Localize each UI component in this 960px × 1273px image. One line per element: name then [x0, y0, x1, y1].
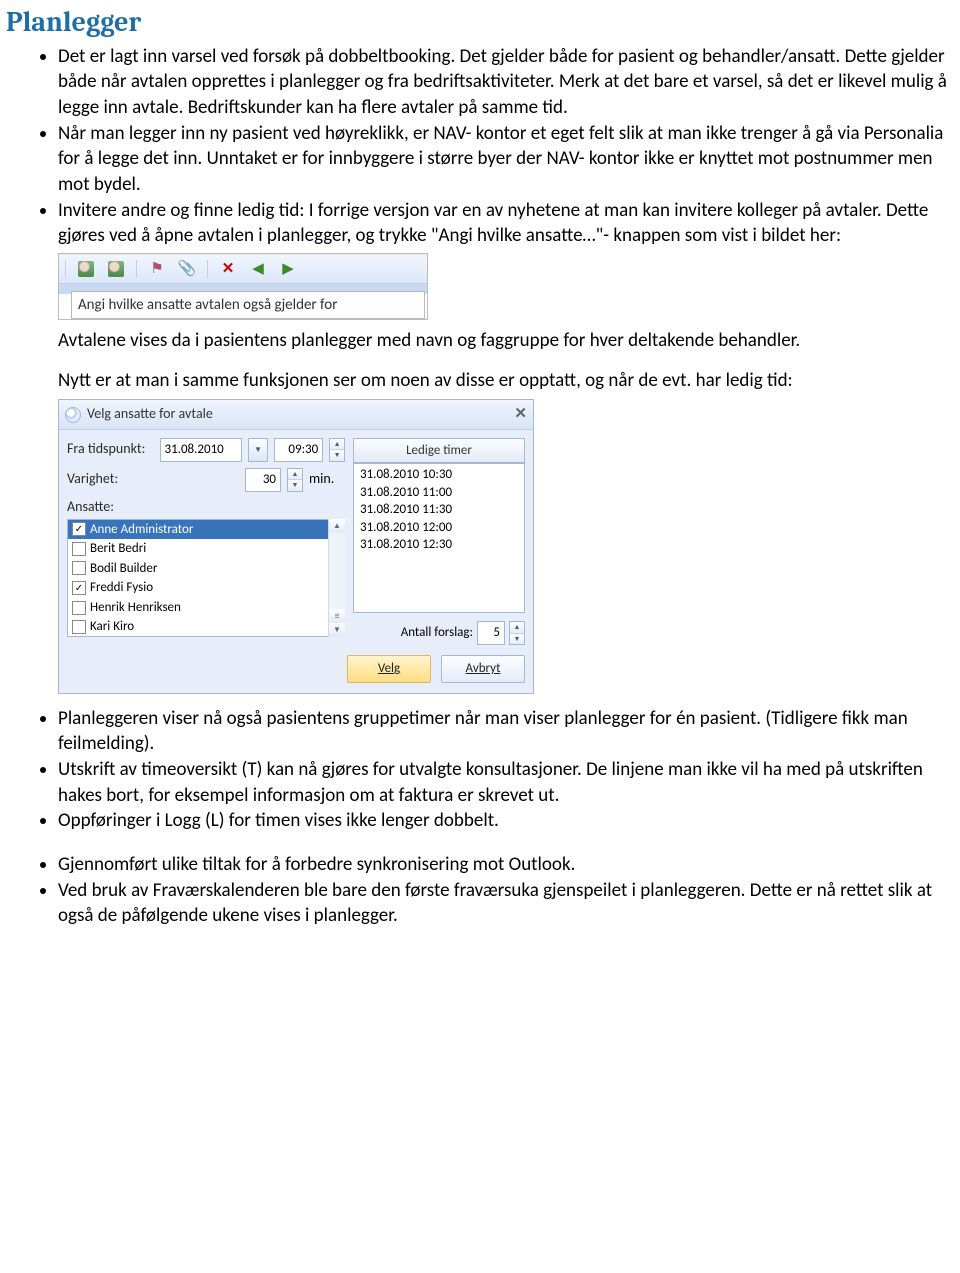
duration-spinner[interactable]: ▲▼	[287, 468, 303, 492]
available-times-header[interactable]: Ledige timer	[353, 438, 525, 464]
checkbox[interactable]	[72, 601, 86, 615]
bullet-list-b: Planleggeren viser nå også pasientens gr…	[6, 706, 954, 834]
from-date-input[interactable]: 31.08.2010	[160, 438, 243, 462]
employee-listbox[interactable]: ✓ Anne AdministratorBerit Bedri Bodil Buil…	[67, 519, 345, 637]
list-item: Ved bruk av Fraværskalenderen ble bare d…	[58, 878, 954, 929]
next-icon[interactable]: ▶	[278, 259, 298, 279]
duration-unit: min.	[309, 470, 334, 489]
bullet-list-c: Gjennomført ulike tiltak for å forbedre …	[6, 852, 954, 929]
attachment-icon[interactable]: 📎	[177, 259, 197, 279]
list-item: Invitere andre og finne ledig tid: I for…	[58, 198, 954, 249]
duration-input[interactable]: 30	[245, 468, 281, 492]
time-slot[interactable]: 31.08.2010 10:30	[360, 466, 518, 484]
dialog-title-bar: Velg ansatte for avtale ✕	[59, 400, 533, 429]
employee-row[interactable]: Kari Kiro	[68, 617, 328, 637]
employee-name: Berit Bedri	[90, 540, 146, 558]
employee-row[interactable]: Bodil Builder	[68, 559, 328, 579]
scroll-handle-icon[interactable]: ≡	[329, 609, 345, 623]
screenshot-toolbar: ⚑ 📎 ✕ ◀ ▶ Angi hvilke ansatte avtalen og…	[58, 253, 428, 320]
duration-label: Varighet:	[67, 470, 155, 489]
checkbox[interactable]	[72, 620, 86, 634]
select-button[interactable]: Velg	[347, 655, 431, 683]
time-spinner[interactable]: ▲▼	[329, 438, 345, 462]
prev-icon[interactable]: ◀	[248, 259, 268, 279]
scroll-down-icon[interactable]: ▼	[329, 623, 345, 637]
scroll-up-icon[interactable]: ▲	[329, 519, 345, 533]
bullet-list-a: Det er lagt inn varsel ved forsøk på dob…	[6, 44, 954, 249]
checkbox[interactable]: ✓	[72, 522, 86, 536]
screenshot-dialog: Velg ansatte for avtale ✕ Fra tidspunkt:…	[58, 399, 534, 693]
separator	[207, 260, 208, 278]
employee-name: Anne Administrator	[90, 521, 193, 539]
available-times-list[interactable]: 31.08.2010 10:3031.08.2010 11:0031.08.20…	[353, 463, 525, 613]
cancel-button[interactable]: Avbryt	[441, 655, 525, 683]
suggestions-label: Antall forslag:	[401, 624, 473, 642]
employee-name: Henrik Henriksen	[90, 599, 181, 617]
list-item: Når man legger inn ny pasient ved høyrek…	[58, 121, 954, 198]
list-item: Det er lagt inn varsel ved forsøk på dob…	[58, 44, 954, 121]
time-slot[interactable]: 31.08.2010 12:30	[360, 536, 518, 554]
suggestions-spinner[interactable]: ▲▼	[509, 621, 525, 645]
employee-name: Bodil Builder	[90, 560, 157, 578]
employee-row[interactable]: Berit Bedri	[68, 539, 328, 559]
from-label: Fra tidspunkt:	[67, 440, 154, 459]
suggestions-input[interactable]: 5	[477, 621, 505, 645]
close-icon[interactable]: ✕	[514, 404, 527, 424]
employee-row[interactable]: ✓ Freddi Fysio	[68, 578, 328, 598]
date-dropdown-icon[interactable]: ▼	[248, 438, 268, 462]
assign-staff-alt-icon[interactable]	[106, 259, 126, 279]
assign-staff-icon[interactable]	[76, 259, 96, 279]
time-slot[interactable]: 31.08.2010 11:00	[360, 484, 518, 502]
checkbox[interactable]: ✓	[72, 581, 86, 595]
time-slot[interactable]: 31.08.2010 12:00	[360, 519, 518, 537]
find-icon	[65, 407, 81, 423]
list-item: Gjennomført ulike tiltak for å forbedre …	[58, 852, 954, 878]
employee-name: Freddi Fysio	[90, 579, 153, 597]
list-item: Planleggeren viser nå også pasientens gr…	[58, 706, 954, 757]
separator	[136, 260, 137, 278]
tooltip: Angi hvilke ansatte avtalen også gjelder…	[71, 291, 425, 319]
checkbox[interactable]	[72, 561, 86, 575]
list-item: Oppføringer i Logg (L) for timen vises i…	[58, 808, 954, 834]
checkbox[interactable]	[72, 542, 86, 556]
list-item: Utskrift av timeoversikt (T) kan nå gjør…	[58, 757, 954, 808]
time-slot[interactable]: 31.08.2010 11:30	[360, 501, 518, 519]
from-time-input[interactable]: 09:30	[274, 438, 323, 462]
toolbar: ⚑ 📎 ✕ ◀ ▶	[59, 254, 427, 284]
scrollbar[interactable]: ▲ ≡ ▼	[328, 519, 345, 637]
employees-label: Ansatte:	[67, 498, 155, 517]
paragraph: Avtalene vises da i pasientens planlegge…	[58, 328, 954, 354]
employee-row[interactable]: ✓ Anne Administrator	[68, 520, 328, 540]
delete-icon[interactable]: ✕	[218, 259, 238, 279]
separator	[65, 260, 66, 278]
dialog-title: Velg ansatte for avtale	[87, 405, 213, 424]
employee-row[interactable]: Henrik Henriksen	[68, 598, 328, 618]
page-title: Planlegger	[6, 4, 954, 42]
paragraph: Nytt er at man i samme funksjonen ser om…	[58, 368, 954, 394]
flag-icon[interactable]: ⚑	[147, 259, 167, 279]
employee-name: Kari Kiro	[90, 618, 134, 636]
